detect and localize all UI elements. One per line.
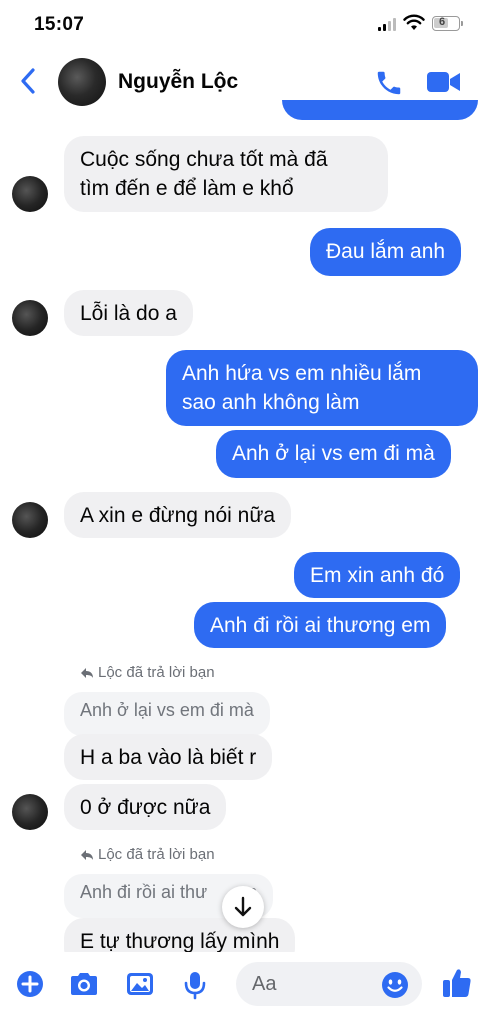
reply-indicator: Lộc đã trả lời bạn (80, 846, 215, 863)
microphone-icon[interactable] (182, 970, 208, 1000)
plus-icon[interactable] (16, 970, 44, 998)
message-composer: Aa (0, 952, 488, 1024)
message-bubble-incoming[interactable]: E tự thương lấy mình (64, 918, 296, 952)
wifi-icon (403, 14, 425, 30)
quoted-message[interactable]: Anh ở lại vs em đi mà (64, 692, 270, 736)
back-chevron-icon[interactable] (18, 66, 38, 96)
camera-icon[interactable] (68, 970, 100, 998)
message-bubble-incoming[interactable]: Cuộc sống chưa tốt mà đã tìm đến e để là… (64, 136, 388, 212)
phone-icon[interactable] (374, 68, 404, 98)
image-icon[interactable] (124, 970, 156, 998)
reply-indicator: Lộc đã trả lời bạn (80, 664, 215, 681)
reply-arrow-icon (81, 850, 93, 860)
message-text-line: tìm đến e để làm e khổ (80, 177, 294, 200)
message-bubble-incoming[interactable]: Lỗi là do a (64, 290, 193, 336)
emoji-icon[interactable] (380, 970, 410, 1000)
message-bubble-incoming[interactable]: 0 ở được nữa (64, 784, 227, 830)
thumbs-up-icon[interactable] (440, 966, 474, 1000)
video-icon[interactable] (426, 69, 462, 95)
message-bubble-outgoing[interactable]: Anh hứa vs em nhiều lắm sao anh không là… (166, 350, 478, 426)
contact-avatar[interactable] (58, 58, 106, 106)
arrow-down-icon (234, 896, 252, 917)
reply-arrow-icon (81, 668, 93, 678)
message-input-placeholder: Aa (252, 973, 277, 995)
message-bubble-outgoing[interactable]: Em xin anh đó (294, 552, 461, 598)
cellular-signal-icon (378, 17, 396, 31)
reply-indicator-text: Lộc đã trả lời bạn (98, 664, 215, 681)
message-bubble-incoming[interactable]: A xin e đừng nói nữa (64, 492, 292, 538)
message-bubble-outgoing[interactable]: Anh đi rồi ai thương em (194, 602, 447, 648)
message-text-line: Cuộc sống chưa tốt mà đã (80, 148, 328, 171)
sender-avatar[interactable] (12, 502, 48, 538)
reply-indicator-text: Lộc đã trả lời bạn (98, 846, 215, 863)
battery-icon: 6 (432, 16, 463, 31)
message-bubble-outgoing-partial (282, 100, 478, 120)
sender-avatar[interactable] (12, 794, 48, 830)
message-bubble-outgoing[interactable]: Anh ở lại vs em đi mà (216, 430, 451, 478)
sender-avatar[interactable] (12, 300, 48, 336)
message-text-line: Anh hứa vs em nhiều lắm (182, 362, 422, 385)
contact-name[interactable]: Nguyễn Lộc (118, 70, 238, 94)
message-text-line: sao anh không làm (182, 391, 360, 414)
message-list[interactable]: Cuộc sống chưa tốt mà đã tìm đến e để là… (0, 100, 488, 952)
message-bubble-incoming[interactable]: H a ba vào là biết r (64, 734, 273, 780)
sender-avatar[interactable] (12, 176, 48, 212)
scroll-to-bottom-button[interactable] (222, 886, 264, 928)
status-bar: 15:07 6 (0, 0, 488, 48)
status-time: 15:07 (34, 14, 85, 35)
battery-level: 6 (439, 16, 446, 28)
message-bubble-outgoing[interactable]: Đau lắm anh (310, 228, 462, 276)
